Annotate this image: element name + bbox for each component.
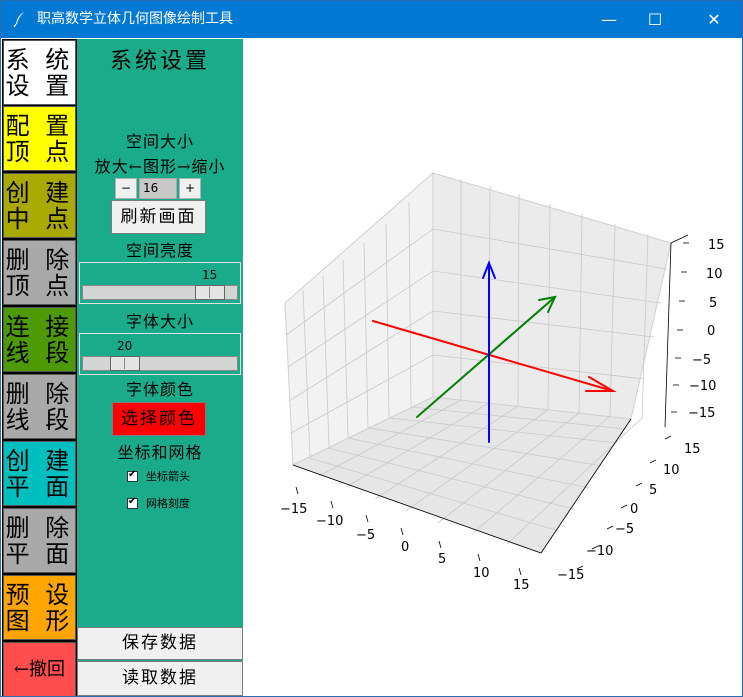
font-size-thumb[interactable] <box>110 356 140 371</box>
tab-config-vertex[interactable]: 配 置 顶 点 <box>3 106 76 171</box>
space-size-field[interactable]: 16 <box>139 178 177 199</box>
x-tick-label: −10 <box>316 514 343 529</box>
x-tick-label: 15 <box>513 578 530 593</box>
undo-button[interactable]: ←撤回 <box>3 642 76 696</box>
tab-delete-vertex[interactable]: 删 除 顶 点 <box>3 240 76 305</box>
brightness-slider: 15 <box>79 262 241 304</box>
z-tick-label: −15 <box>688 406 715 421</box>
tab-system-settings[interactable]: 系 统 设 置 <box>3 40 76 105</box>
y-tick-label: 15 <box>684 442 701 457</box>
tab-preset-shapes[interactable]: 预 设 图 形 <box>3 575 76 640</box>
zoom-hint: 放大←图形→缩小 <box>94 157 226 176</box>
x-tick-label: 5 <box>438 552 446 567</box>
brightness-value: 15 <box>202 268 218 282</box>
save-data-button[interactable]: 保存数据 <box>77 627 243 660</box>
z-ticks <box>671 242 689 413</box>
font-size-label: 字体大小 <box>125 312 194 331</box>
x-tick-label: 0 <box>401 540 409 555</box>
grid-ticks-option[interactable]: 网格刻度 <box>127 495 190 511</box>
z-tick-label: 15 <box>708 238 725 253</box>
z-tick-label: −5 <box>692 353 711 368</box>
axes-grid-label: 坐标和网格 <box>117 443 203 462</box>
font-size-trough[interactable] <box>82 356 238 371</box>
space-size-label: 空间大小 <box>125 132 194 151</box>
tab-create-midpoint[interactable]: 创 建 中 点 <box>3 173 76 238</box>
load-data-button[interactable]: 读取数据 <box>77 661 243 696</box>
tab-delete-plane[interactable]: 删 除 平 面 <box>3 508 76 573</box>
3d-axes-plot[interactable]: −15 −10 −5 0 5 10 15 15 10 5 0 −5 −10 −1… <box>243 39 743 697</box>
y-tick-label: −10 <box>586 544 613 559</box>
y-tick-label: 10 <box>663 463 680 478</box>
axis-arrow-option[interactable]: 坐标箭头 <box>127 468 190 484</box>
y-tick-label: −5 <box>615 522 634 537</box>
x-tick-label: −15 <box>280 502 307 517</box>
app-window: 职高数学立体几何图像绘制工具 — ☐ ✕ 系 统 设 置 配 置 顶 点 创 建… <box>0 0 743 697</box>
maximize-button[interactable]: ☐ <box>632 1 678 38</box>
brightness-label: 空间亮度 <box>125 241 194 260</box>
brightness-trough[interactable] <box>82 285 238 300</box>
font-color-label: 字体颜色 <box>125 380 194 399</box>
3d-plot-area[interactable]: −15 −10 −5 0 5 10 15 15 10 5 0 −5 −10 −1… <box>243 39 743 697</box>
brightness-thumb[interactable] <box>195 285 225 300</box>
axis-arrow-checkbox[interactable] <box>127 469 138 482</box>
grid-ticks-checkbox[interactable] <box>127 496 138 509</box>
space-size-spinbox: − 16 + <box>115 178 203 199</box>
tool-tabs: 系 统 设 置 配 置 顶 点 创 建 中 点 删 除 顶 点 连 接 线 段 … <box>2 39 77 696</box>
y-tick-label: −15 <box>557 568 584 583</box>
font-size-value: 20 <box>117 339 133 353</box>
increase-button[interactable]: + <box>179 178 201 199</box>
refresh-canvas-button[interactable]: 刷新画面 <box>111 200 206 234</box>
y-tick-label: 5 <box>649 483 657 498</box>
minimize-button[interactable]: — <box>586 1 632 38</box>
tab-connect-segment[interactable]: 连 接 线 段 <box>3 307 76 372</box>
x-tick-label: 10 <box>473 566 490 581</box>
z-tick-label: −10 <box>689 379 716 394</box>
z-tick-label: 0 <box>707 324 715 339</box>
settings-title: 系统设置 <box>109 49 210 74</box>
tab-create-plane[interactable]: 创 建 平 面 <box>3 441 76 506</box>
z-tick-label: 5 <box>709 296 717 311</box>
x-tick-label: −5 <box>356 528 375 543</box>
close-button[interactable]: ✕ <box>691 1 737 38</box>
settings-panel: 系统设置 空间大小 放大←图形→缩小 − 16 + 刷新画面 空间亮度 15 字… <box>77 39 243 696</box>
font-size-slider: 20 <box>79 333 241 375</box>
tab-delete-segment[interactable]: 删 除 线 段 <box>3 374 76 439</box>
right-pane <box>432 172 672 420</box>
choose-color-button[interactable]: 选择颜色 <box>112 402 206 436</box>
grid-ticks-label: 网格刻度 <box>146 497 190 510</box>
window-title: 职高数学立体几何图像绘制工具 <box>37 11 233 27</box>
y-tick-label: 0 <box>630 502 638 517</box>
axis-arrow-label: 坐标箭头 <box>146 470 190 483</box>
title-bar: 职高数学立体几何图像绘制工具 — ☐ ✕ <box>1 1 742 38</box>
decrease-button[interactable]: − <box>115 178 137 199</box>
z-tick-label: 10 <box>706 267 723 282</box>
feather-icon <box>13 12 24 28</box>
